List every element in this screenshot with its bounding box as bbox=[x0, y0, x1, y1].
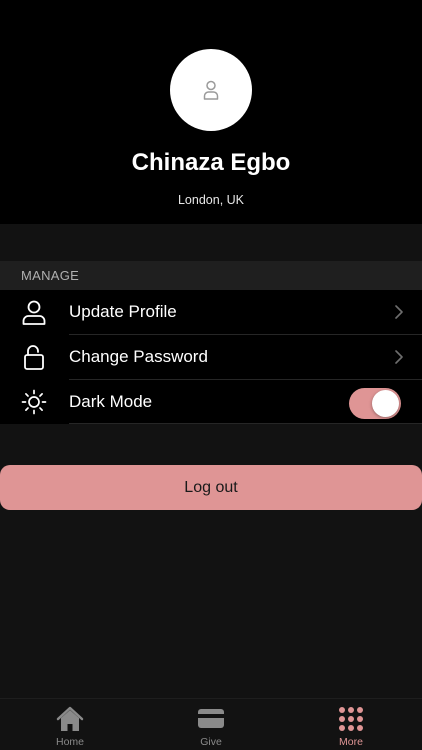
chevron-right-icon bbox=[395, 305, 403, 319]
grid-dots-icon bbox=[339, 707, 363, 731]
tab-home-label: Home bbox=[55, 736, 84, 748]
card-icon bbox=[198, 709, 224, 728]
user-icon bbox=[22, 300, 46, 325]
row-divider bbox=[69, 423, 422, 424]
avatar[interactable] bbox=[170, 49, 252, 131]
profile-header: Chinaza Egbo London, UK bbox=[0, 0, 422, 224]
toggle-knob bbox=[372, 390, 399, 417]
more-screen: Chinaza Egbo London, UK MANAGE Update Pr… bbox=[0, 0, 422, 750]
update-profile-label: Update Profile bbox=[69, 302, 177, 321]
tab-bar: Home Give More bbox=[0, 698, 422, 750]
dark-mode-toggle[interactable] bbox=[349, 388, 401, 419]
unlock-icon bbox=[24, 345, 44, 370]
update-profile-row[interactable]: Update Profile bbox=[0, 290, 422, 334]
sun-icon bbox=[21, 389, 47, 415]
home-icon bbox=[56, 706, 84, 731]
section-title: MANAGE bbox=[21, 268, 80, 283]
tab-give[interactable]: Give bbox=[141, 699, 281, 750]
chevron-right-icon bbox=[395, 350, 403, 364]
manage-section-header: MANAGE bbox=[0, 261, 422, 290]
dark-mode-row: Dark Mode bbox=[0, 380, 422, 424]
change-password-label: Change Password bbox=[69, 347, 208, 366]
logout-button[interactable]: Log out bbox=[0, 465, 422, 510]
dark-mode-label: Dark Mode bbox=[69, 392, 153, 411]
user-placeholder-icon bbox=[203, 80, 219, 100]
tab-more-label: More bbox=[339, 736, 363, 748]
profile-location: London, UK bbox=[177, 193, 245, 207]
profile-name: Chinaza Egbo bbox=[131, 149, 291, 176]
tab-more[interactable]: More bbox=[281, 699, 421, 750]
tab-give-label: Give bbox=[200, 736, 222, 748]
settings-list: Update Profile Change Password Dark Mode bbox=[0, 290, 422, 424]
change-password-row[interactable]: Change Password bbox=[0, 335, 422, 379]
tab-home[interactable]: Home bbox=[0, 699, 140, 750]
